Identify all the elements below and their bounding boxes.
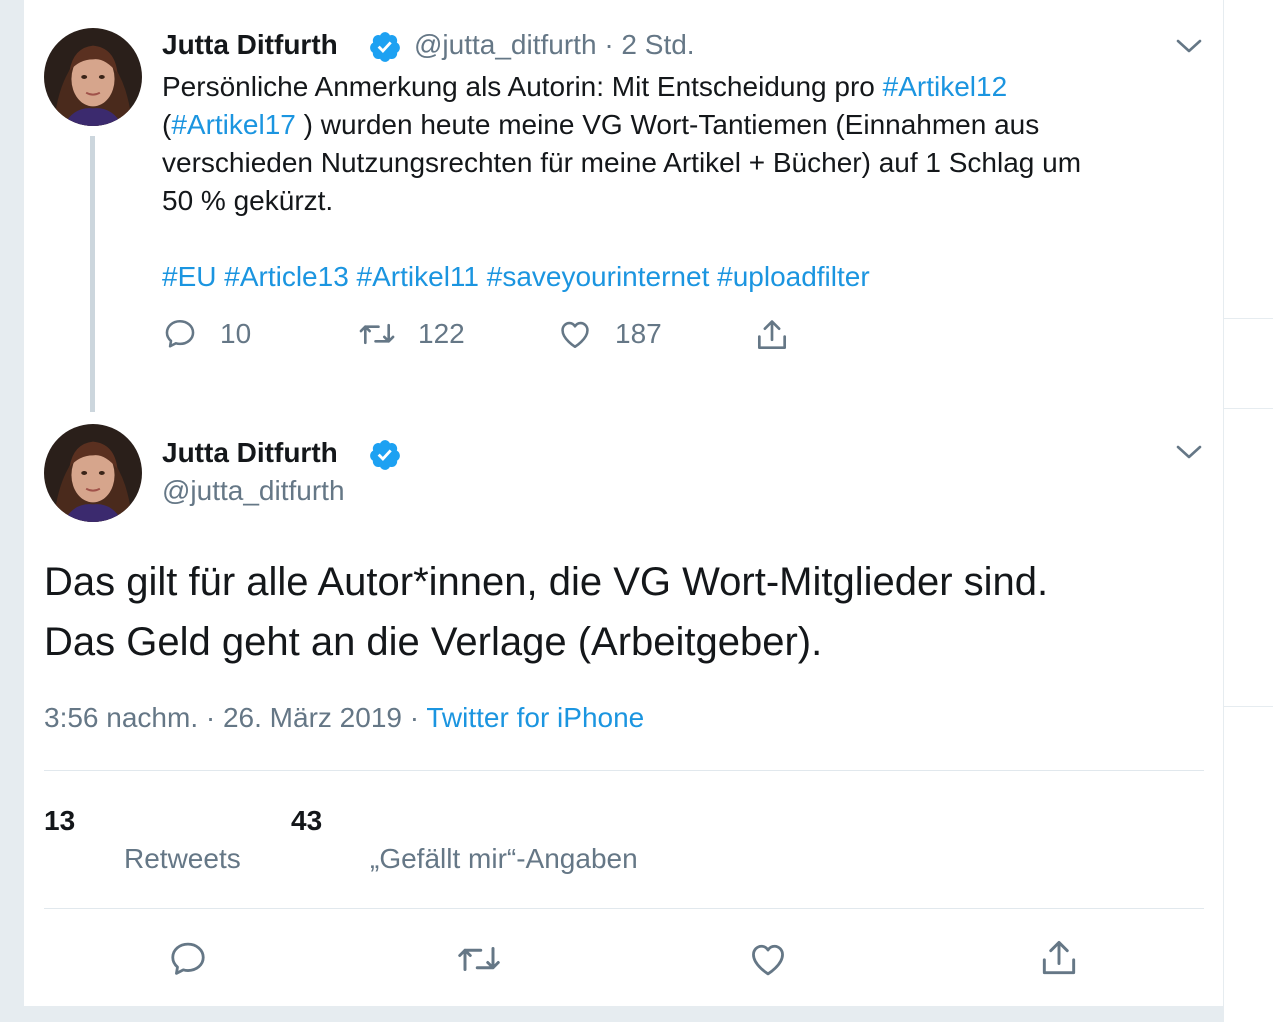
avatar[interactable] — [44, 28, 142, 126]
side-divider — [1223, 408, 1273, 409]
retweet-icon — [359, 323, 395, 345]
side-divider — [1223, 706, 1273, 707]
avatar-image — [44, 28, 142, 126]
tweet-meta: 3:56 nachm. · 26. März 2019 · Twitter fo… — [44, 702, 644, 734]
author-handle[interactable]: @jutta_ditfurth — [162, 475, 345, 507]
retweet-stat-label[interactable]: Retweets — [124, 843, 241, 875]
author-handle[interactable]: @jutta_ditfurth · 2 Std. — [414, 29, 695, 61]
share-button[interactable] — [753, 316, 791, 354]
divider — [44, 908, 1204, 909]
text-segment: ) wurden heute meine VG Wort-Tantiemen (… — [295, 109, 1040, 140]
chevron-down-icon[interactable] — [1175, 36, 1203, 56]
reply-icon[interactable] — [167, 938, 209, 980]
chevron-down-icon[interactable] — [1175, 442, 1203, 462]
hashtag-link[interactable]: #Artikel11 — [357, 261, 479, 292]
text-segment: verschieden Nutzungsrechten für meine Ar… — [162, 147, 1082, 178]
hashtag-link[interactable]: #saveyourinternet — [487, 261, 710, 292]
retweet-button[interactable]: 122 — [358, 316, 465, 352]
retweet-count: 122 — [418, 318, 465, 349]
text-segment — [479, 261, 487, 292]
verified-badge-icon — [370, 32, 400, 62]
tweet-time[interactable]: · 2 Std. — [604, 29, 694, 60]
retweet-icon[interactable] — [456, 938, 502, 980]
text-segment: Persönliche Anmerkung als Autorin: Mit E… — [162, 71, 883, 102]
text-line: Das gilt für alle Autor*innen, die VG Wo… — [44, 560, 1049, 604]
source-link[interactable]: Twitter for iPhone — [426, 702, 644, 733]
text-line: (#Artikel17 ) wurden heute meine VG Wort… — [162, 106, 1202, 144]
divider — [44, 770, 1204, 771]
reply-button[interactable]: 10 — [162, 316, 251, 352]
reply-tweet-text: Persönliche Anmerkung als Autorin: Mit E… — [162, 68, 1202, 296]
hashtag-link[interactable]: #Artikel12 — [883, 71, 1008, 102]
text-line: Persönliche Anmerkung als Autorin: Mit E… — [162, 68, 1202, 106]
hashtags-line: #EU #Article13 #Artikel11 #saveyourinter… — [162, 258, 1202, 296]
like-icon[interactable] — [747, 938, 789, 980]
text-segment: 50 % gekürzt. — [162, 185, 334, 216]
like-count: 187 — [615, 318, 662, 349]
hashtag-link[interactable]: #EU — [162, 261, 216, 292]
reply-icon — [165, 319, 195, 348]
main-tweet-text: Das gilt für alle Autor*innen, die VG Wo… — [44, 552, 1204, 672]
text-line: verschieden Nutzungsrechten für meine Ar… — [162, 144, 1202, 182]
hashtag-link[interactable]: #Artikel17 — [171, 109, 296, 140]
like-button[interactable]: 187 — [557, 316, 662, 352]
text-line: Das Geld geht an die Verlage (Arbeitgebe… — [44, 620, 823, 664]
text-segment: ( — [162, 109, 172, 140]
timestamp[interactable]: 3:56 nachm. · 26. März 2019 · — [44, 702, 426, 733]
share-icon — [757, 320, 787, 350]
retweet-stat-count[interactable]: 13 — [44, 805, 75, 837]
share-icon[interactable] — [1037, 936, 1081, 980]
avatar-image — [44, 424, 142, 522]
side-divider — [1223, 318, 1273, 319]
like-icon — [561, 321, 589, 349]
verified-badge-icon — [370, 440, 400, 470]
reply-count: 10 — [220, 318, 252, 349]
text-line: 50 % gekürzt. — [162, 182, 1202, 220]
text-segment — [349, 261, 357, 292]
hashtag-link[interactable]: #uploadfilter — [717, 261, 870, 292]
handle-text: @jutta_ditfurth — [414, 29, 597, 60]
author-name[interactable]: Jutta Ditfurth — [162, 29, 338, 61]
hashtag-link[interactable]: #Article13 — [224, 261, 349, 292]
like-stat-label[interactable]: „Gefällt mir“-Angaben — [370, 843, 638, 875]
side-panel — [1223, 0, 1273, 1022]
text-segment — [709, 261, 717, 292]
author-name[interactable]: Jutta Ditfurth — [162, 437, 338, 469]
avatar[interactable] — [44, 424, 142, 522]
like-stat-count[interactable]: 43 — [291, 805, 322, 837]
thread-connector — [90, 136, 95, 412]
